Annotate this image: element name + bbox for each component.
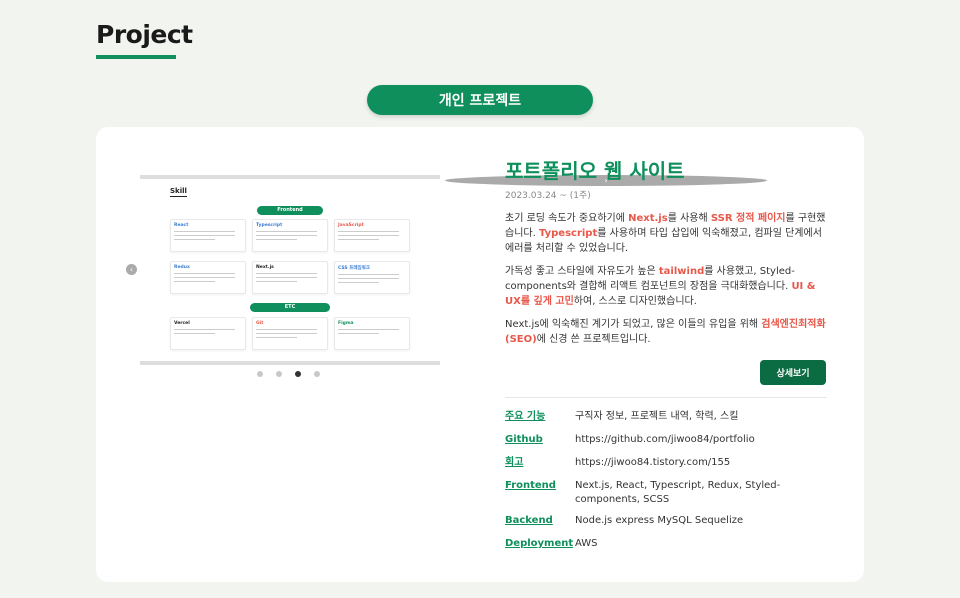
slide-skill-card: Figma — [334, 317, 410, 350]
info-key-link[interactable]: Frontend — [505, 479, 575, 507]
info-key-link[interactable]: Deployment — [505, 537, 575, 551]
carousel-prev-icon[interactable]: ‹ — [126, 264, 137, 275]
info-value: AWS — [575, 538, 598, 549]
project-date: 2023.03.24 ~ (1주) — [505, 191, 591, 201]
slide-skill-heading: Skill — [170, 187, 187, 197]
divider — [505, 397, 827, 398]
slide-skill-card: JavaScript — [334, 219, 410, 252]
slide-skill-card: Redux — [170, 261, 246, 294]
slide-skill-card-title: Next.js — [256, 265, 274, 270]
carousel-dot[interactable] — [313, 371, 320, 377]
highlight-text: SSR 정적 페이지 — [710, 213, 786, 224]
project-card: ‹ › Skill Frontend ETC React Typescript … — [96, 127, 864, 582]
info-value: Next.js, React, Typescript, Redux, Style… — [575, 480, 781, 505]
project-description-paragraph: 초기 로딩 속도가 중요하기에 Next.js를 사용해 SSR 정적 페이지를… — [505, 211, 827, 256]
description-text: 초기 로딩 속도가 중요하기에 — [505, 213, 629, 224]
description-text: 하여, 스스로 디자인했습니다. — [573, 296, 697, 307]
section-title: Project — [96, 20, 193, 49]
info-key-link[interactable]: 회고 — [505, 456, 575, 470]
carousel-dot[interactable] — [256, 371, 263, 377]
info-row: Frontend Next.js, React, Typescript, Redu… — [505, 479, 827, 507]
slide-skill-card: Typescript — [252, 219, 328, 252]
description-text: 가독성 좋고 스타일에 자유도가 높은 — [505, 266, 659, 277]
slide-skill-card-title: Typescript — [256, 223, 283, 228]
project-description-paragraph: 가독성 좋고 스타일에 자유도가 높은 tailwind를 사용했고, Styl… — [505, 264, 827, 309]
slide-skill-card: Git — [252, 317, 328, 350]
info-key-link[interactable]: Github — [505, 433, 575, 447]
slide-skill-card-title: Redux — [174, 265, 190, 270]
info-value: https://jiwoo84.tistory.com/155 — [575, 457, 731, 468]
slide-skill-card-title: CSS 프레임워크 — [338, 266, 370, 271]
description-text: 에 신경 쓴 프로젝트입니다. — [536, 334, 651, 345]
slide-skill-card: Vercel — [170, 317, 246, 350]
slide-skill-card-title: React — [174, 223, 189, 228]
description-text: 를 사용해 — [667, 213, 711, 224]
carousel-pagination — [124, 371, 452, 377]
category-pill[interactable]: 개인 프로젝트 — [367, 85, 593, 115]
slide-group-pill: ETC — [250, 303, 330, 312]
project-description-paragraph: Next.js에 익숙해진 계기가 되었고, 많은 이들의 유입을 위해 검색엔… — [505, 317, 827, 347]
slide-skill-card-title: JavaScript — [338, 223, 364, 228]
carousel-slide: Skill Frontend ETC React Typescript Java… — [140, 175, 440, 365]
slide-skill-card: CSS 프레임워크 — [334, 261, 410, 294]
info-row: Backend Node.js express MySQL Sequelize — [505, 514, 827, 528]
info-row: 회고 https://jiwoo84.tistory.com/155 — [505, 456, 827, 470]
highlight-text: tailwind — [658, 266, 705, 277]
slide-skill-card: Next.js — [252, 261, 328, 294]
info-row: 주요 기능 구직자 정보, 프로젝트 내역, 학력, 스킬 — [505, 410, 827, 424]
section-title-underline — [96, 55, 176, 59]
highlight-text: Next.js — [628, 213, 668, 224]
slide-skill-card-title: Vercel — [174, 321, 190, 326]
highlight-text: Typescript — [538, 228, 598, 239]
info-value: 구직자 정보, 프로젝트 내역, 학력, 스킬 — [575, 411, 739, 422]
slide-skill-card: React — [170, 219, 246, 252]
slide-skill-card-title: Figma — [338, 321, 354, 326]
carousel-dot[interactable] — [294, 371, 301, 377]
slide-skill-card-title: Git — [256, 321, 264, 326]
slide-group-pill: Frontend — [257, 206, 323, 215]
info-value: https://github.com/jiwoo84/portfolio — [575, 434, 755, 445]
description-text: Next.js에 익숙해진 계기가 되었고, 많은 이들의 유입을 위해 — [505, 319, 762, 330]
info-key-link[interactable]: 주요 기능 — [505, 410, 575, 424]
detail-view-button[interactable]: 상세보기 — [760, 360, 826, 385]
info-row: Deployment AWS — [505, 537, 827, 551]
info-key-link[interactable]: Backend — [505, 514, 575, 528]
info-value: Node.js express MySQL Sequelize — [575, 515, 744, 526]
screenshot-carousel: ‹ › Skill Frontend ETC React Typescript … — [124, 175, 767, 385]
project-title: 포트폴리오 웹 사이트 — [505, 159, 685, 183]
carousel-dot[interactable] — [275, 371, 282, 377]
info-row: Github https://github.com/jiwoo84/portfol… — [505, 433, 827, 447]
